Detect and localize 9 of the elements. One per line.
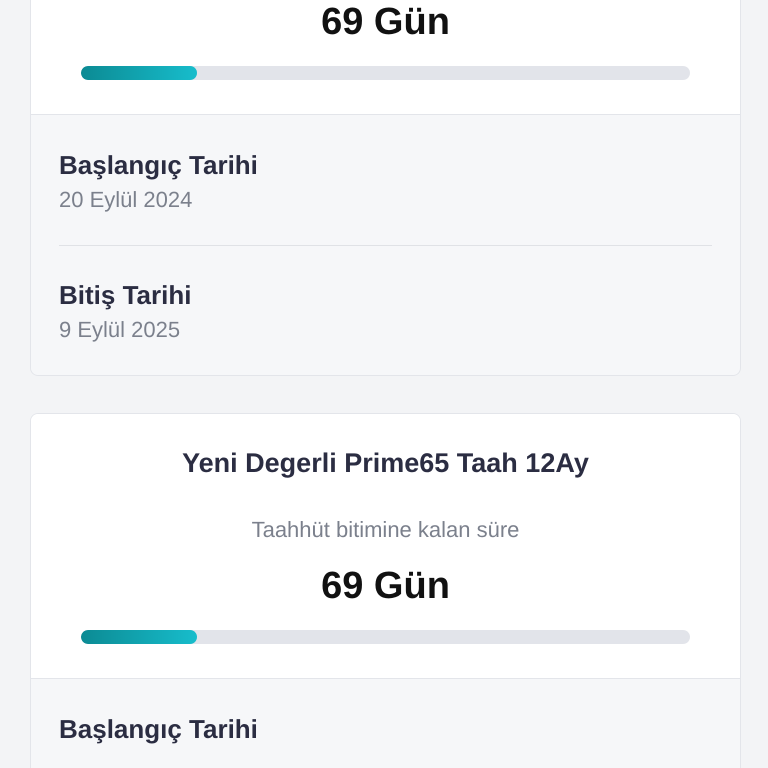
date-label: Başlangıç Tarihi	[59, 713, 259, 745]
date-label: Bitiş Tarihi	[59, 279, 192, 311]
date-value: 9 Eylül 2025	[59, 316, 182, 344]
remaining-days: 69 Gün	[81, 0, 690, 44]
remaining-caption: Taahhüt bitimine kalan süre	[250, 516, 520, 544]
plan-title: Yeni Degerli Prime65 Taah 12Ay	[181, 447, 590, 480]
date-value: 20 Eylül 2024	[59, 186, 194, 214]
date-label: Başlangıç Tarihi	[59, 149, 259, 181]
remaining-days: 69 Gün	[81, 564, 690, 608]
